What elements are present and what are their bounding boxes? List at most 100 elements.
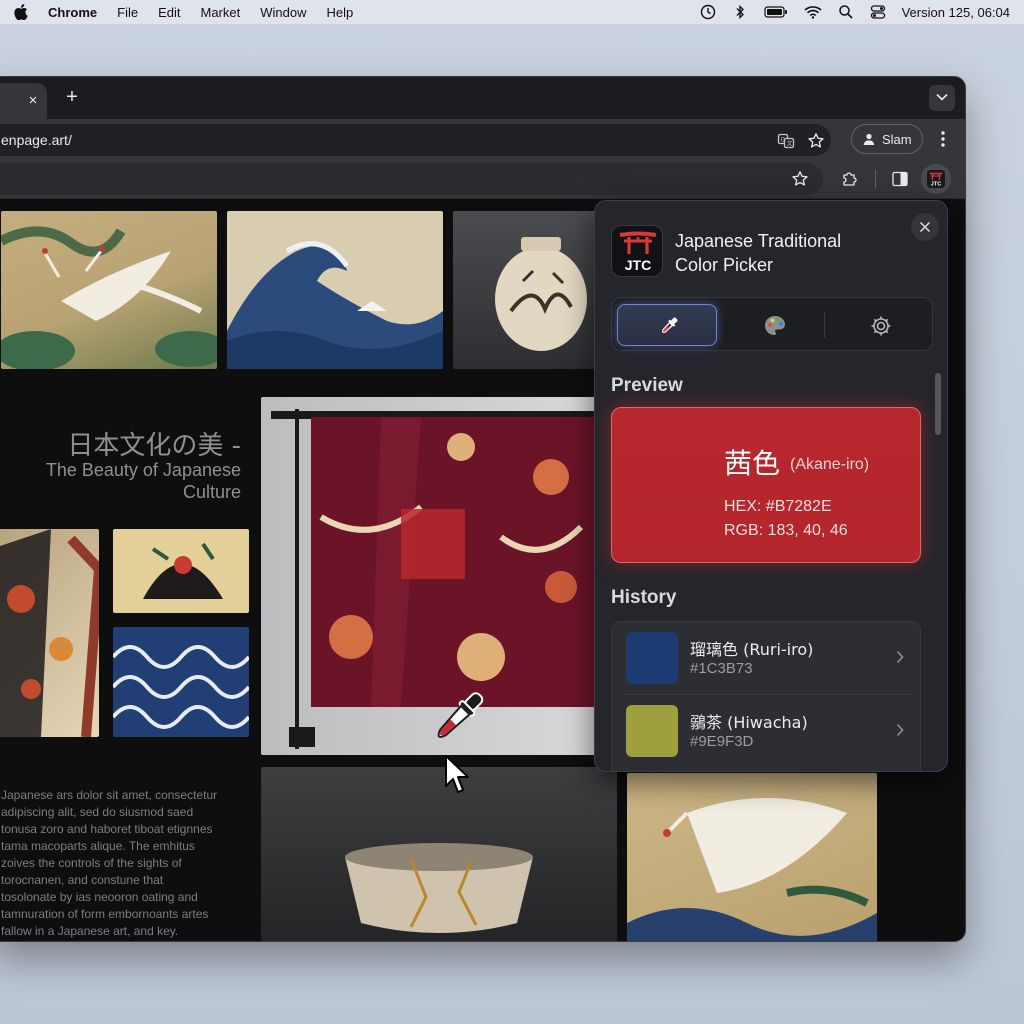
address-toolbar: enpage.art/ G文 Slam xyxy=(0,119,965,159)
person-icon xyxy=(863,133,875,145)
preview-hex-value[interactable]: HEX: #B7282E xyxy=(724,498,832,516)
body-line: tama macoparts alique. The emhitus xyxy=(1,839,195,853)
translate-icon[interactable]: G文 xyxy=(777,132,795,150)
eyedropper-cursor-icon xyxy=(437,692,484,738)
history-item-hex: #9E9F3D xyxy=(690,733,754,750)
color-picker-popup: JTC Japanese Traditional Color Picker Pr… xyxy=(594,200,948,772)
wave-pattern xyxy=(113,645,249,729)
menu-file[interactable]: File xyxy=(117,5,138,20)
jtc-extension-button[interactable]: JTC xyxy=(921,164,951,194)
svg-text:JTC: JTC xyxy=(931,182,941,188)
color-swatch xyxy=(626,705,678,757)
tab-close-icon[interactable]: × xyxy=(25,93,41,109)
color-swatch xyxy=(626,632,678,684)
popup-title: Japanese Traditional Color Picker xyxy=(675,229,895,277)
chevron-down-icon xyxy=(936,93,948,101)
tea-bowl-image[interactable] xyxy=(261,767,617,941)
mouse-pointer-icon xyxy=(445,755,469,793)
svg-text:G: G xyxy=(781,137,786,144)
address-bar[interactable]: enpage.art/ G文 xyxy=(0,124,831,156)
history-item-name: 瑠璃色 (Ruri-iro) xyxy=(690,640,814,659)
page-body-text: Japanese ars dolor sit amet, consectetur… xyxy=(1,787,241,940)
jtc-torii-icon: JTC xyxy=(927,170,945,188)
profile-button[interactable]: Slam xyxy=(851,124,923,154)
close-icon xyxy=(919,221,931,233)
preview-rgb-value[interactable]: RGB: 183, 40, 46 xyxy=(724,522,848,540)
chevron-right-icon xyxy=(896,650,904,664)
menu-edit[interactable]: Edit xyxy=(158,5,180,20)
browser-tab[interactable]: × xyxy=(0,83,47,119)
page-search-field[interactable] xyxy=(0,163,823,195)
menu-market[interactable]: Market xyxy=(200,5,240,20)
body-line: Japanese ars dolor sit amet, consectetur xyxy=(1,788,218,802)
tab-eyedropper[interactable] xyxy=(617,304,717,346)
control-center-icon[interactable] xyxy=(870,4,886,20)
body-line: fallow in a Japanese art, and key. xyxy=(1,924,179,938)
fan-painting-image[interactable] xyxy=(113,529,249,613)
svg-text:文: 文 xyxy=(787,140,793,148)
wave-pattern-image[interactable] xyxy=(113,627,249,737)
menubar-clock[interactable]: Version 125, 06:04 xyxy=(902,5,1010,20)
chevron-right-icon xyxy=(896,723,904,737)
wifi-icon[interactable] xyxy=(804,5,822,19)
preview-color-romaji: (Akane-iro) xyxy=(790,456,870,473)
history-item[interactable]: 鶸茶 (Hiwacha) #9E9F3D xyxy=(612,695,922,767)
spotlight-search-icon[interactable] xyxy=(838,4,854,20)
crane-painting xyxy=(1,226,217,369)
screen-time-icon[interactable] xyxy=(700,4,716,20)
body-line: tosolonate by ias neooron oating and xyxy=(1,890,198,904)
body-line: tonusa zoro and haboret tiboat etignnes xyxy=(1,822,213,836)
history-item[interactable]: 瑠璃色 (Ruri-iro) #1C3B73 xyxy=(612,622,922,695)
battery-icon[interactable] xyxy=(763,5,788,19)
crane-scroll-image[interactable] xyxy=(627,773,877,941)
menu-bar: Chrome File Edit Market Window Help Vers… xyxy=(0,0,1024,24)
apple-icon[interactable] xyxy=(14,4,28,20)
page-heading-jp: 日本文化の美 - xyxy=(67,431,241,461)
popup-title-line-1: Japanese Traditional xyxy=(675,231,842,251)
page-heading-en: The Beauty of Japanese Culture xyxy=(11,459,241,503)
popup-scrollbar[interactable] xyxy=(935,373,941,435)
history-item-hex: #1C3B73 xyxy=(690,660,753,677)
jtc-logo: JTC xyxy=(611,225,663,277)
menu-window[interactable]: Window xyxy=(260,5,306,20)
color-preview-card[interactable]: 茜色 (Akane-iro) HEX: #B7282E RGB: 183, 40… xyxy=(611,407,921,563)
history-label: History xyxy=(611,587,677,608)
fan-painting xyxy=(143,542,223,599)
popup-close-button[interactable] xyxy=(911,213,939,241)
menu-help[interactable]: Help xyxy=(326,5,353,20)
app-menu[interactable]: Chrome xyxy=(48,5,97,20)
wave-painting xyxy=(227,241,443,369)
body-line: zoives the controls of the sights of xyxy=(1,856,182,870)
tab-search-button[interactable] xyxy=(929,85,955,111)
kimono-pattern-image[interactable] xyxy=(0,529,99,737)
bookmark-star-icon[interactable] xyxy=(807,132,825,150)
more-menu-icon[interactable] xyxy=(941,131,945,147)
tab-settings[interactable] xyxy=(829,304,929,346)
tab-palette[interactable] xyxy=(723,304,823,346)
tea-bowl-photo xyxy=(345,843,533,933)
toolbar-divider xyxy=(875,170,876,188)
gear-icon xyxy=(871,316,891,336)
side-panel-icon[interactable] xyxy=(891,170,909,188)
bluetooth-icon[interactable] xyxy=(732,4,748,20)
heading-en-line-1: The Beauty of Japanese xyxy=(45,460,241,480)
palette-icon xyxy=(765,316,785,335)
body-line: torocnanen, and constune that xyxy=(1,873,164,887)
history-item-name: 鶸茶 (Hiwacha) xyxy=(690,713,808,732)
crane-screen-image[interactable] xyxy=(1,211,217,369)
popup-title-line-2: Color Picker xyxy=(675,255,774,275)
tool-tabs xyxy=(611,297,933,351)
profile-name: Slam xyxy=(882,131,912,147)
tab-strip: × + xyxy=(0,77,965,119)
preview-color-name: 茜色 xyxy=(724,447,781,480)
body-line: tamnuration of form embornoants artes xyxy=(1,907,209,921)
kimono-pattern xyxy=(0,529,99,737)
great-wave-image[interactable] xyxy=(227,211,443,369)
extensions-puzzle-icon[interactable] xyxy=(841,170,859,188)
new-tab-button[interactable]: + xyxy=(61,87,83,109)
history-list: 瑠璃色 (Ruri-iro) #1C3B73 鶸茶 (Hiwacha) #9E9… xyxy=(611,621,922,771)
url-text[interactable]: enpage.art/ xyxy=(1,132,72,148)
preview-label: Preview xyxy=(611,375,683,396)
star-icon[interactable] xyxy=(791,170,809,188)
logo-text: JTC xyxy=(624,257,652,273)
